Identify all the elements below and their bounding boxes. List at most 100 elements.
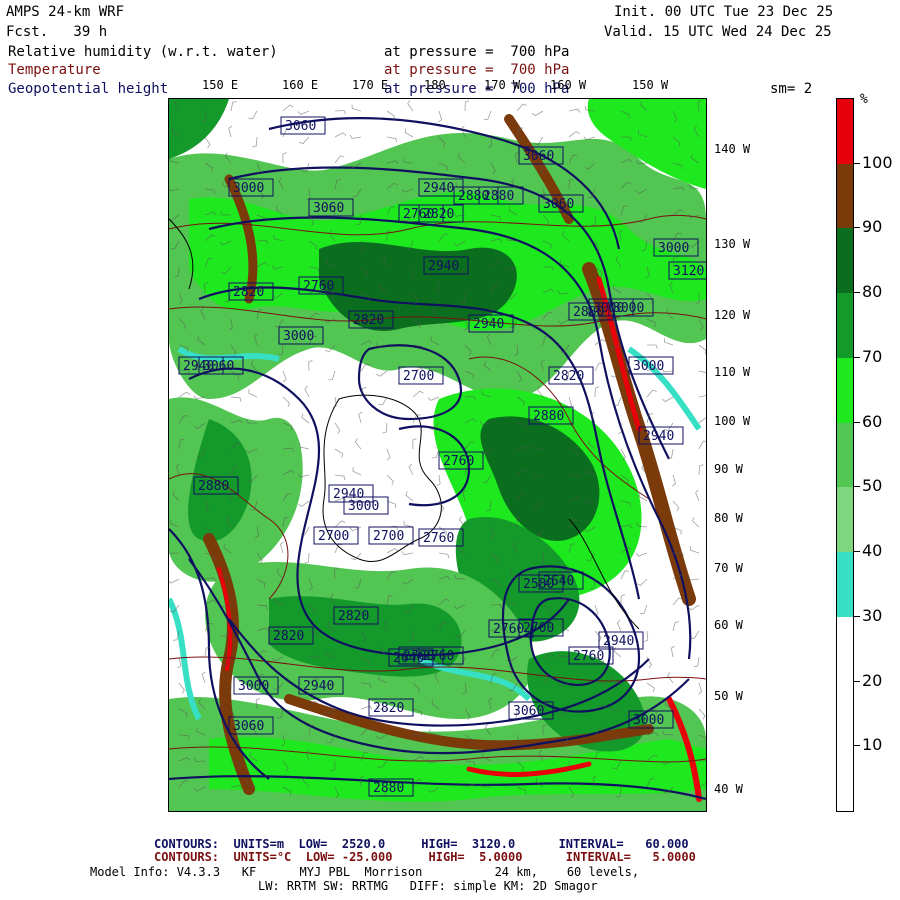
colorbar-tick — [854, 486, 860, 488]
colorbar-tick — [854, 421, 860, 423]
svg-text:2880: 2880 — [198, 479, 229, 494]
colorbar-tick — [854, 162, 860, 164]
model-title: AMPS 24-km WRF — [6, 4, 125, 20]
svg-text:2760: 2760 — [573, 649, 604, 664]
svg-text:2760: 2760 — [443, 454, 474, 469]
svg-text:2940: 2940 — [603, 634, 634, 649]
meridian-label: 90 W — [714, 462, 743, 476]
svg-text:3000: 3000 — [238, 679, 269, 694]
svg-text:3120: 3120 — [673, 264, 704, 279]
lon-label: 150 E — [202, 78, 239, 92]
colorbar-segment — [837, 422, 853, 488]
svg-text:2820: 2820 — [233, 285, 264, 300]
svg-text:2940: 2940 — [423, 181, 454, 196]
svg-text:3060: 3060 — [313, 201, 344, 216]
model-info: Model Info: V4.3.3 KF MYJ PBL Morrison 2… — [90, 865, 640, 879]
svg-text:2880: 2880 — [533, 409, 564, 424]
colorbar-segment — [837, 746, 853, 812]
colorbar-tick — [854, 680, 860, 682]
colorbar-segment — [837, 357, 853, 424]
colorbar-label: 50 — [862, 476, 883, 496]
svg-text:2880: 2880 — [573, 305, 604, 320]
colorbar-label: 60 — [862, 411, 883, 431]
rh-colorbar — [836, 98, 854, 812]
colorbar-tick — [854, 227, 860, 229]
field3-level: at pressure = 700 hPa — [384, 81, 570, 97]
svg-text:2880: 2880 — [483, 189, 514, 204]
map-field-graphic: 3060 3060 3000 2940 2880 3060 2760 3060 2820 2880… — [169, 99, 706, 811]
lon-label: 160 W — [550, 78, 587, 92]
init-time: Init. 00 UTC Tue 23 Dec 25 — [614, 4, 834, 20]
lon-label: 170 W — [484, 78, 521, 92]
colorbar-tick — [854, 615, 860, 617]
colorbar-segment — [837, 163, 853, 229]
meridian-label: 130 W — [714, 237, 751, 251]
svg-text:3000: 3000 — [233, 181, 264, 196]
colorbar-segment — [837, 616, 853, 683]
colorbar-tick — [854, 356, 860, 358]
meridian-label: 110 W — [714, 365, 751, 379]
svg-text:3000: 3000 — [633, 359, 664, 374]
colorbar-label: 70 — [862, 346, 883, 366]
svg-text:2820: 2820 — [423, 207, 454, 222]
meridian-label: 70 W — [714, 561, 743, 575]
colorbar-tick — [854, 551, 860, 553]
colorbar-tick — [854, 292, 860, 294]
svg-text:3000: 3000 — [633, 713, 664, 728]
colorbar-segment — [837, 552, 853, 618]
meridian-label: 40 W — [714, 782, 743, 796]
colorbar-label: 20 — [862, 670, 883, 690]
meridian-label: 100 W — [714, 414, 751, 428]
svg-text:2880: 2880 — [373, 781, 404, 796]
meridian-label: 60 W — [714, 618, 743, 632]
field3-name: Geopotential height — [8, 81, 169, 97]
lon-label: 180 — [424, 78, 446, 92]
svg-text:2700: 2700 — [318, 529, 349, 544]
svg-text:3000: 3000 — [658, 241, 689, 256]
svg-text:2940: 2940 — [473, 317, 504, 332]
svg-text:2820: 2820 — [373, 701, 404, 716]
colorbar-segment — [837, 293, 853, 359]
meridian-label: 140 W — [714, 142, 751, 156]
svg-text:2580: 2580 — [523, 577, 554, 592]
svg-text:3060: 3060 — [233, 719, 264, 734]
smoothing-label: sm= 2 — [770, 81, 813, 97]
svg-text:2700: 2700 — [373, 529, 404, 544]
svg-text:2820: 2820 — [338, 609, 369, 624]
lon-label: 150 W — [632, 78, 669, 92]
svg-text:2940: 2940 — [333, 487, 364, 502]
contour-info-temp: CONTOURS: UNITS=°C LOW= -25.000 HIGH= 5.… — [154, 850, 696, 864]
colorbar-unit: % — [860, 92, 868, 107]
svg-text:3060: 3060 — [513, 704, 544, 719]
colorbar-segment — [837, 228, 853, 294]
field2-name: Temperature — [8, 62, 101, 78]
colorbar-segment — [837, 681, 853, 747]
svg-text:3060: 3060 — [285, 119, 316, 134]
forecast-hour: Fcst. 39 h — [6, 24, 108, 40]
colorbar-label: 90 — [862, 217, 883, 237]
svg-text:2760: 2760 — [303, 279, 334, 294]
model-info-physics: LW: RRTM SW: RRTMG DIFF: simple KM: 2D S… — [258, 879, 598, 893]
svg-text:2760: 2760 — [423, 531, 454, 546]
svg-text:3000: 3000 — [283, 329, 314, 344]
height-label: 3120 — [668, 261, 706, 280]
svg-text:2820: 2820 — [553, 369, 584, 384]
colorbar-label: 80 — [862, 282, 883, 302]
colorbar-label: 10 — [862, 735, 883, 755]
colorbar-label: 40 — [862, 541, 883, 561]
svg-text:2820: 2820 — [273, 629, 304, 644]
svg-text:3060: 3060 — [523, 149, 554, 164]
colorbar-segment — [837, 99, 853, 165]
svg-text:2940: 2940 — [183, 359, 214, 374]
svg-text:2760: 2760 — [423, 649, 454, 664]
svg-text:2700: 2700 — [523, 621, 554, 636]
field1-name: Relative humidity (w.r.t. water) — [8, 44, 278, 60]
lon-label: 160 E — [282, 78, 319, 92]
meridian-label: 50 W — [714, 689, 743, 703]
field2-level: at pressure = 700 hPa — [384, 62, 570, 78]
svg-text:2820: 2820 — [353, 313, 384, 328]
valid-time: Valid. 15 UTC Wed 24 Dec 25 — [604, 24, 832, 40]
svg-text:2940: 2940 — [643, 429, 674, 444]
colorbar-tick — [854, 745, 860, 747]
colorbar-segment — [837, 487, 853, 553]
